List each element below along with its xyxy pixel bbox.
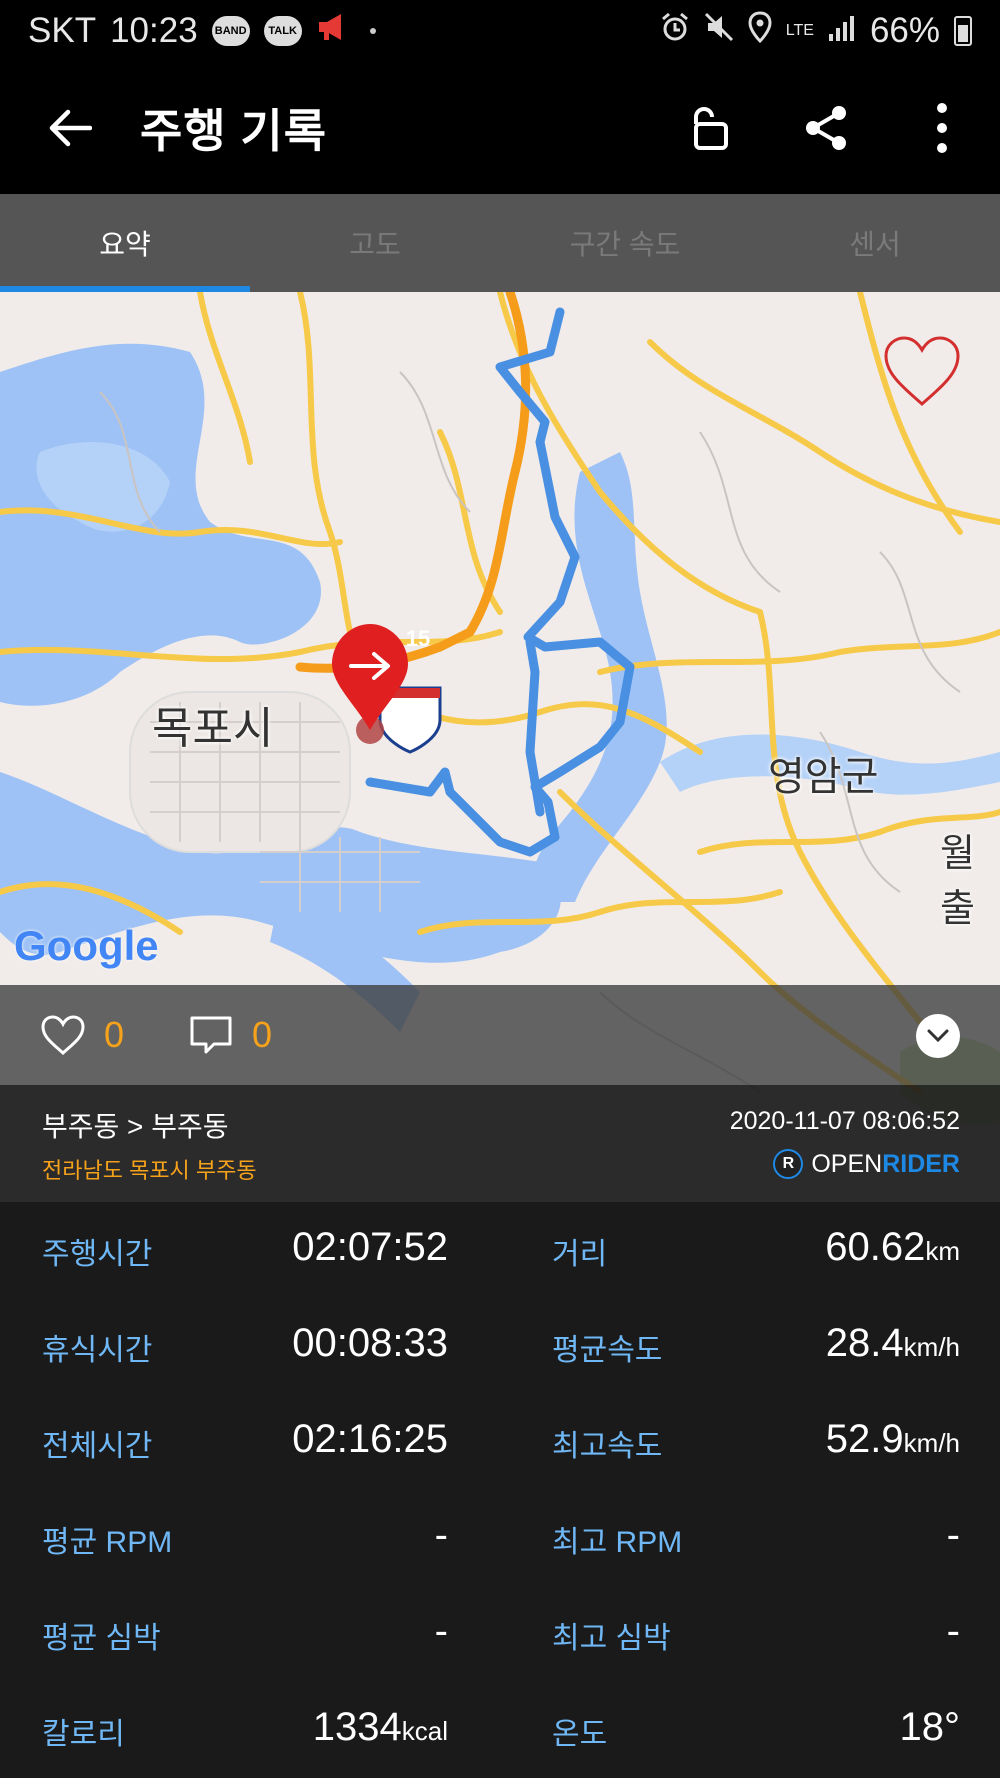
ride-time-label: 주행시간 <box>42 1238 153 1271</box>
notification-dot-icon <box>369 28 376 34</box>
route-title: 부주동 > 부주동 <box>42 1111 229 1142</box>
route-address: 전라남도 목포시 부주동 <box>42 1158 257 1183</box>
avg-rpm-value: - <box>434 1513 448 1557</box>
avg-speed-unit: km/h <box>903 1332 960 1362</box>
clock: 10:23 <box>110 11 198 50</box>
brand-rider: RIDER <box>882 1149 960 1178</box>
chevron-down-icon <box>927 1029 949 1043</box>
status-bar: SKT 10:23 BAND TALK LTE 66% <box>0 0 1000 62</box>
calories-label: 칼로리 <box>42 1718 125 1751</box>
highway-number: 15 <box>405 626 431 651</box>
stat-row: 평균 심박 - 최고 심박 - <box>0 1587 1000 1683</box>
distance-value: 60.62km <box>825 1225 960 1270</box>
stats-panel: 주행시간 02:07:52 거리 60.62km 휴식시간 00:08:33 평… <box>0 1203 1000 1778</box>
like-heart-icon <box>41 1015 85 1056</box>
max-speed-unit: km/h <box>903 1428 960 1458</box>
calories-unit: kcal <box>401 1716 448 1746</box>
back-button[interactable] <box>0 62 140 194</box>
max-heart-rate-label: 최고 심박 <box>552 1622 671 1655</box>
openrider-logo: R OPENRIDER <box>773 1149 960 1179</box>
avg-rpm-label: 평균 RPM <box>42 1526 173 1559</box>
more-options-button[interactable] <box>884 62 1000 194</box>
map-label-wol: 월출 <box>940 833 975 930</box>
megaphone-icon <box>316 11 350 51</box>
stat-row: 평균 RPM - 최고 RPM - <box>0 1491 1000 1587</box>
battery-percent: 66% <box>869 11 940 50</box>
route-datetime: 2020-11-07 08:06:52 <box>729 1107 960 1135</box>
location-icon <box>748 10 772 52</box>
network-type: LTE <box>785 22 814 39</box>
route-branch <box>525 637 545 817</box>
rest-time-value: 00:08:33 <box>292 1321 448 1365</box>
google-logo: Google <box>14 922 159 970</box>
tab-sensor[interactable]: 센서 <box>750 194 1000 292</box>
carrier-label: SKT <box>28 11 97 50</box>
distance-unit: km <box>925 1236 960 1266</box>
total-time-label: 전체시간 <box>42 1430 153 1463</box>
band-icon: BAND <box>211 16 250 46</box>
back-arrow-icon <box>49 109 92 147</box>
battery-icon <box>954 16 972 46</box>
map-label-yeongam: 영암군 <box>768 755 879 799</box>
temperature-label: 온도 <box>552 1718 608 1751</box>
avg-heart-rate-label: 평균 심박 <box>42 1622 161 1655</box>
rest-time-label: 휴식시간 <box>42 1334 153 1367</box>
like-button[interactable]: 0 <box>40 1014 124 1056</box>
calories-number: 1334 <box>312 1705 402 1749</box>
more-vert-icon <box>937 103 947 153</box>
share-button[interactable] <box>768 62 884 194</box>
talk-icon: TALK <box>263 16 302 46</box>
google-logo-text: Google <box>14 922 159 969</box>
tab-bar: 요약 고도 구간 속도 센서 <box>0 194 1000 292</box>
max-rpm-label: 최고 RPM <box>552 1526 683 1559</box>
share-icon <box>806 106 846 150</box>
openrider-logo-icon: R <box>773 1149 804 1179</box>
stat-row: 칼로리 1334kcal 온도 18° <box>0 1683 1000 1778</box>
status-bar-right: LTE 66% <box>660 10 972 52</box>
map-highway <box>295 292 531 673</box>
status-bar-left: SKT 10:23 BAND TALK <box>28 11 376 51</box>
favorite-button[interactable] <box>882 334 962 410</box>
brand-open: OPEN <box>811 1149 883 1178</box>
like-count: 0 <box>104 1014 125 1055</box>
comment-button[interactable]: 0 <box>188 1014 272 1056</box>
unlock-icon <box>694 107 728 150</box>
social-bar: 0 0 <box>0 985 1000 1085</box>
avg-speed-label: 평균속도 <box>552 1334 663 1367</box>
signal-icon <box>828 11 856 51</box>
distance-label: 거리 <box>552 1238 608 1271</box>
total-time-value: 02:16:25 <box>292 1417 448 1461</box>
stat-row: 주행시간 02:07:52 거리 60.62km <box>0 1203 1000 1299</box>
map-label-mokpo: 목포시 <box>152 704 274 753</box>
max-rpm-value: - <box>946 1513 960 1557</box>
distance-number: 60.62 <box>825 1225 926 1269</box>
max-speed-value: 52.9km/h <box>826 1417 960 1462</box>
alarm-icon <box>660 11 690 51</box>
stat-row: 휴식시간 00:08:33 평균속도 28.4km/h <box>0 1299 1000 1395</box>
avg-heart-rate-value: - <box>434 1609 448 1653</box>
route-info: 부주동 > 부주동 전라남도 목포시 부주동 2020-11-07 08:06:… <box>0 1085 1000 1203</box>
mute-icon <box>704 11 734 51</box>
stat-row: 전체시간 02:16:25 최고속도 52.9km/h <box>0 1395 1000 1491</box>
unlock-button[interactable] <box>652 62 768 194</box>
heart-outline-icon <box>884 336 960 407</box>
comment-icon <box>190 1016 232 1054</box>
calories-value: 1334kcal <box>313 1705 448 1750</box>
max-speed-number: 52.9 <box>825 1417 904 1461</box>
app-bar: 주행 기록 <box>0 62 1000 194</box>
ride-time-value: 02:07:52 <box>292 1225 448 1269</box>
tab-elevation[interactable]: 고도 <box>250 194 500 292</box>
expand-button[interactable] <box>916 1014 960 1058</box>
max-speed-label: 최고속도 <box>552 1430 663 1463</box>
tab-summary[interactable]: 요약 <box>0 194 250 292</box>
temperature-value: 18° <box>899 1705 961 1749</box>
avg-speed-number: 28.4 <box>825 1321 904 1365</box>
page-title: 주행 기록 <box>140 105 328 157</box>
comment-count: 0 <box>252 1014 273 1055</box>
avg-speed-value: 28.4km/h <box>826 1321 960 1366</box>
tab-segment-speed[interactable]: 구간 속도 <box>500 194 750 292</box>
max-heart-rate-value: - <box>946 1609 960 1653</box>
